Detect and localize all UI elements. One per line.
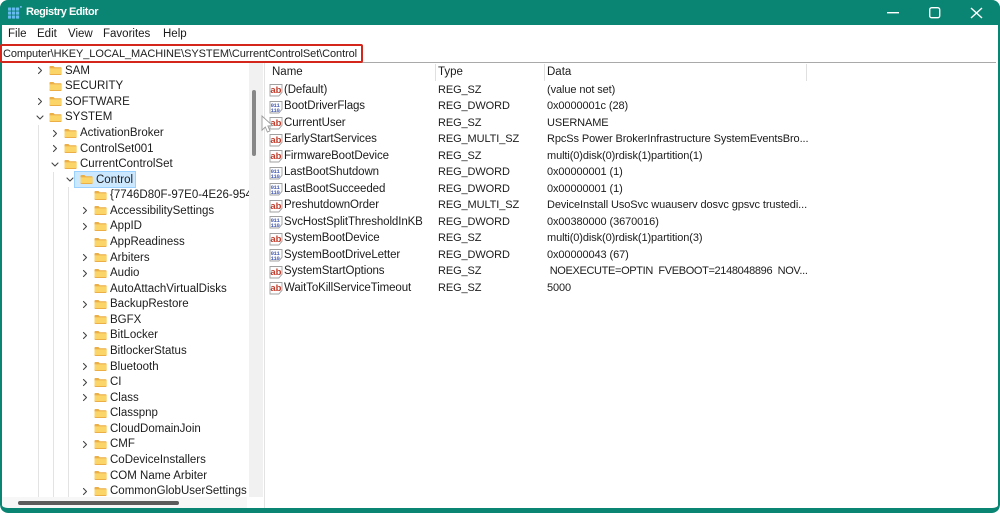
svg-text:110: 110	[271, 222, 281, 229]
svg-text:110: 110	[271, 173, 281, 180]
svg-text:ab: ab	[270, 267, 281, 278]
svg-text:ab: ab	[270, 283, 281, 294]
svg-text:ab: ab	[270, 85, 281, 96]
svg-text:110: 110	[271, 189, 281, 196]
svg-text:ab: ab	[270, 201, 281, 212]
svg-text:110: 110	[271, 107, 281, 114]
svg-text:110: 110	[271, 255, 281, 262]
svg-text:ab: ab	[270, 234, 281, 245]
svg-text:ab: ab	[270, 151, 281, 162]
svg-text:ab: ab	[270, 135, 281, 146]
